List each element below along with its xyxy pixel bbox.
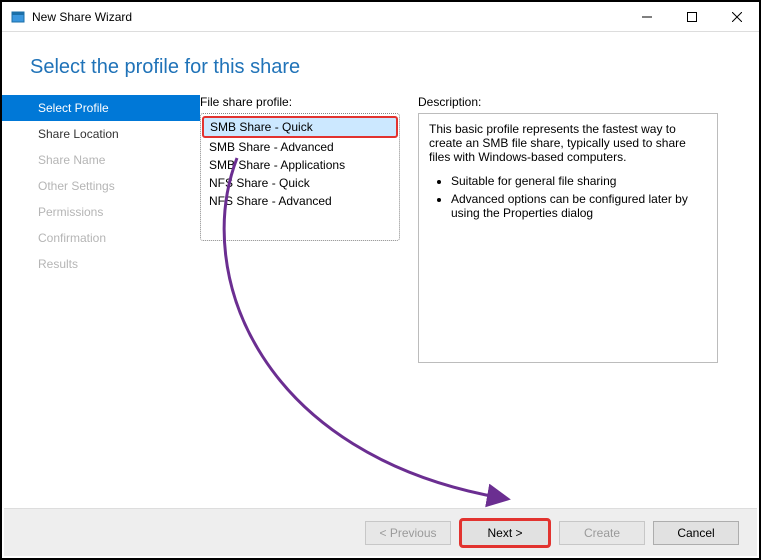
window-controls [624, 2, 759, 31]
description-label: Description: [418, 95, 718, 109]
profiles-label: File share profile: [200, 95, 400, 109]
profile-smb-quick[interactable]: SMB Share - Quick [202, 116, 398, 138]
app-icon [10, 9, 26, 25]
window-title: New Share Wizard [32, 10, 624, 24]
minimize-button[interactable] [624, 2, 669, 31]
profile-smb-applications[interactable]: SMB Share - Applications [203, 156, 397, 174]
main-panel: File share profile: SMB Share - Quick SM… [200, 95, 759, 363]
titlebar: New Share Wizard [2, 2, 759, 32]
description-bullets: Suitable for general file sharing Advanc… [451, 174, 707, 220]
nav-confirmation: Confirmation [2, 225, 200, 251]
close-button[interactable] [714, 2, 759, 31]
content: Select Profile Share Location Share Name… [2, 95, 759, 363]
nav-results: Results [2, 251, 200, 277]
nav-share-location[interactable]: Share Location [2, 121, 200, 147]
create-button: Create [559, 521, 645, 545]
profile-smb-advanced[interactable]: SMB Share - Advanced [203, 138, 397, 156]
heading-area: Select the profile for this share [2, 32, 759, 95]
profile-nfs-advanced[interactable]: NFS Share - Advanced [203, 192, 397, 210]
description-text: This basic profile represents the fastes… [429, 122, 707, 164]
footer: < Previous Next > Create Cancel [4, 508, 757, 556]
description-bullet: Suitable for general file sharing [451, 174, 707, 188]
maximize-button[interactable] [669, 2, 714, 31]
description-column: Description: This basic profile represen… [418, 95, 718, 363]
profiles-column: File share profile: SMB Share - Quick SM… [200, 95, 400, 363]
description-box: This basic profile represents the fastes… [418, 113, 718, 363]
nav-share-name: Share Name [2, 147, 200, 173]
nav-permissions: Permissions [2, 199, 200, 225]
description-bullet: Advanced options can be configured later… [451, 192, 707, 220]
wizard-nav: Select Profile Share Location Share Name… [2, 95, 200, 363]
cancel-button[interactable]: Cancel [653, 521, 739, 545]
profile-list[interactable]: SMB Share - Quick SMB Share - Advanced S… [200, 113, 400, 241]
previous-button: < Previous [365, 521, 451, 545]
nav-select-profile[interactable]: Select Profile [2, 95, 200, 121]
page-heading: Select the profile for this share [30, 56, 731, 79]
next-button[interactable]: Next > [459, 518, 551, 548]
profile-nfs-quick[interactable]: NFS Share - Quick [203, 174, 397, 192]
nav-other-settings: Other Settings [2, 173, 200, 199]
